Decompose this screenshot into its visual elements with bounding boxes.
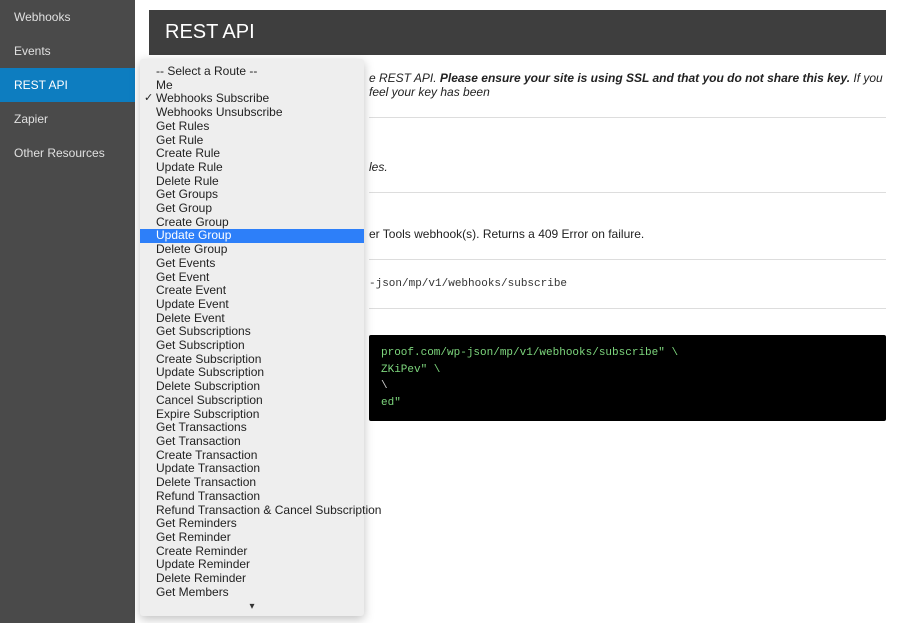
sidebar-item-other-resources[interactable]: Other Resources (0, 136, 135, 170)
route-option[interactable]: Get Transactions (140, 421, 364, 435)
route-option[interactable]: Get Members (140, 586, 364, 600)
route-option[interactable]: Get Reminders (140, 517, 364, 531)
warning-prefix: e REST API. (369, 71, 440, 85)
divider (369, 308, 886, 309)
route-option[interactable]: Get Rule (140, 134, 364, 148)
sidebar-item-rest-api[interactable]: REST API (0, 68, 135, 102)
route-option[interactable]: Webhooks Unsubscribe (140, 106, 364, 120)
route-option[interactable]: Delete Rule (140, 175, 364, 189)
route-option[interactable]: Expire Subscription (140, 408, 364, 422)
route-option[interactable]: Me (140, 79, 364, 93)
sidebar-item-zapier[interactable]: Zapier (0, 102, 135, 136)
code-line4: ed" (381, 397, 401, 409)
route-option[interactable]: Get Groups (140, 188, 364, 202)
divider (369, 259, 886, 260)
route-option[interactable]: Delete Event (140, 312, 364, 326)
endpoint-path: -json/mp/v1/webhooks/subscribe (369, 278, 886, 290)
route-option[interactable]: Get Subscriptions (140, 325, 364, 339)
route-option[interactable]: Delete Reminder (140, 572, 364, 586)
code-url: proof.com/wp-json/mp/v1/webhooks/subscri… (381, 347, 678, 359)
route-select-dropdown[interactable]: -- Select a Route --MeWebhooks Subscribe… (140, 59, 364, 616)
code-line3: \ (381, 380, 388, 392)
route-option[interactable]: Update Event (140, 298, 364, 312)
route-option[interactable]: Delete Subscription (140, 380, 364, 394)
route-option[interactable]: Create Event (140, 284, 364, 298)
route-option[interactable]: Create Group (140, 216, 364, 230)
route-option[interactable]: Update Group (140, 229, 364, 243)
route-option[interactable]: Get Events (140, 257, 364, 271)
route-option[interactable]: Get Subscription (140, 339, 364, 353)
code-line2: ZKiPev" \ (381, 364, 440, 376)
route-option[interactable]: Create Subscription (140, 353, 364, 367)
route-option[interactable]: Delete Group (140, 243, 364, 257)
route-option[interactable]: Get Rules (140, 120, 364, 134)
route-option[interactable]: Update Reminder (140, 558, 364, 572)
dropdown-scroll-indicator: ▾ (140, 599, 364, 616)
route-option[interactable]: Refund Transaction & Cancel Subscription (140, 504, 364, 518)
sidebar-item-webhooks[interactable]: Webhooks (0, 0, 135, 34)
route-option[interactable]: Create Reminder (140, 545, 364, 559)
route-option[interactable]: Get Event (140, 271, 364, 285)
sidebar-item-events[interactable]: Events (0, 34, 135, 68)
route-option[interactable]: Get Transaction (140, 435, 364, 449)
route-option[interactable]: Webhooks Subscribe (140, 92, 364, 106)
warning-bold: Please ensure your site is using SSL and… (440, 71, 850, 85)
route-option[interactable]: Update Transaction (140, 462, 364, 476)
route-option[interactable]: -- Select a Route -- (140, 59, 364, 79)
divider (369, 117, 886, 118)
divider (369, 192, 886, 193)
subnote: les. (369, 160, 886, 174)
route-option[interactable]: Delete Transaction (140, 476, 364, 490)
section-description: er Tools webhook(s). Returns a 409 Error… (369, 227, 886, 241)
route-option[interactable]: Refund Transaction (140, 490, 364, 504)
page-title: REST API (149, 10, 886, 55)
route-option[interactable]: Update Subscription (140, 366, 364, 380)
sidebar: Webhooks Events REST API Zapier Other Re… (0, 0, 135, 623)
route-option[interactable]: Get Group (140, 202, 364, 216)
route-option[interactable]: Get Reminder (140, 531, 364, 545)
route-option[interactable]: Create Transaction (140, 449, 364, 463)
route-option[interactable]: Update Rule (140, 161, 364, 175)
route-option[interactable]: Create Rule (140, 147, 364, 161)
code-sample: proof.com/wp-json/mp/v1/webhooks/subscri… (369, 335, 886, 421)
api-key-warning: e REST API. Please ensure your site is u… (369, 71, 886, 99)
route-option[interactable]: Cancel Subscription (140, 394, 364, 408)
